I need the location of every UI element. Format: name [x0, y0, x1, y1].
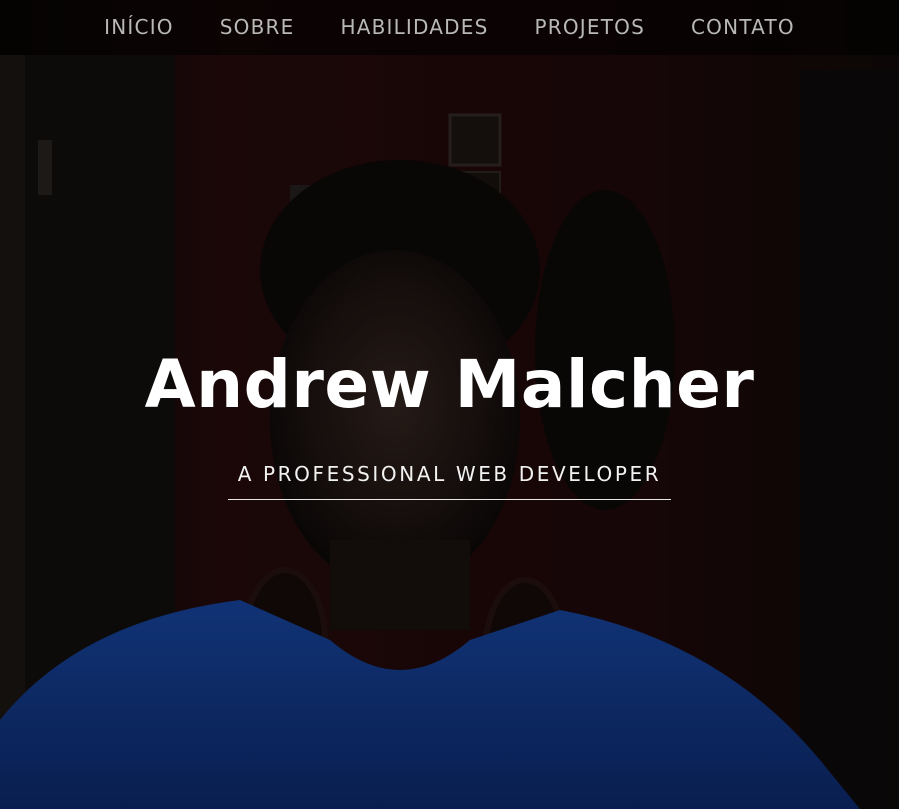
- nav-link-projetos[interactable]: PROJETOS: [512, 0, 669, 55]
- hero-name: Andrew Malcher: [144, 346, 755, 423]
- nav-link-contato[interactable]: CONTATO: [668, 0, 818, 55]
- tagline-underline: A PROFESSIONAL WEB DEVELOPER: [227, 462, 672, 500]
- hero-tagline: A PROFESSIONAL WEB DEVELOPER: [237, 462, 662, 486]
- top-navigation: INÍCIO SOBRE HABILIDADES PROJETOS CONTAT…: [0, 0, 899, 55]
- hero-content: Andrew Malcher A PROFESSIONAL WEB DEVELO…: [0, 342, 899, 500]
- nav-link-habilidades[interactable]: HABILIDADES: [317, 0, 511, 55]
- hero-section: INÍCIO SOBRE HABILIDADES PROJETOS CONTAT…: [0, 0, 899, 809]
- nav-link-sobre[interactable]: SOBRE: [197, 0, 318, 55]
- nav-link-inicio[interactable]: INÍCIO: [81, 0, 197, 55]
